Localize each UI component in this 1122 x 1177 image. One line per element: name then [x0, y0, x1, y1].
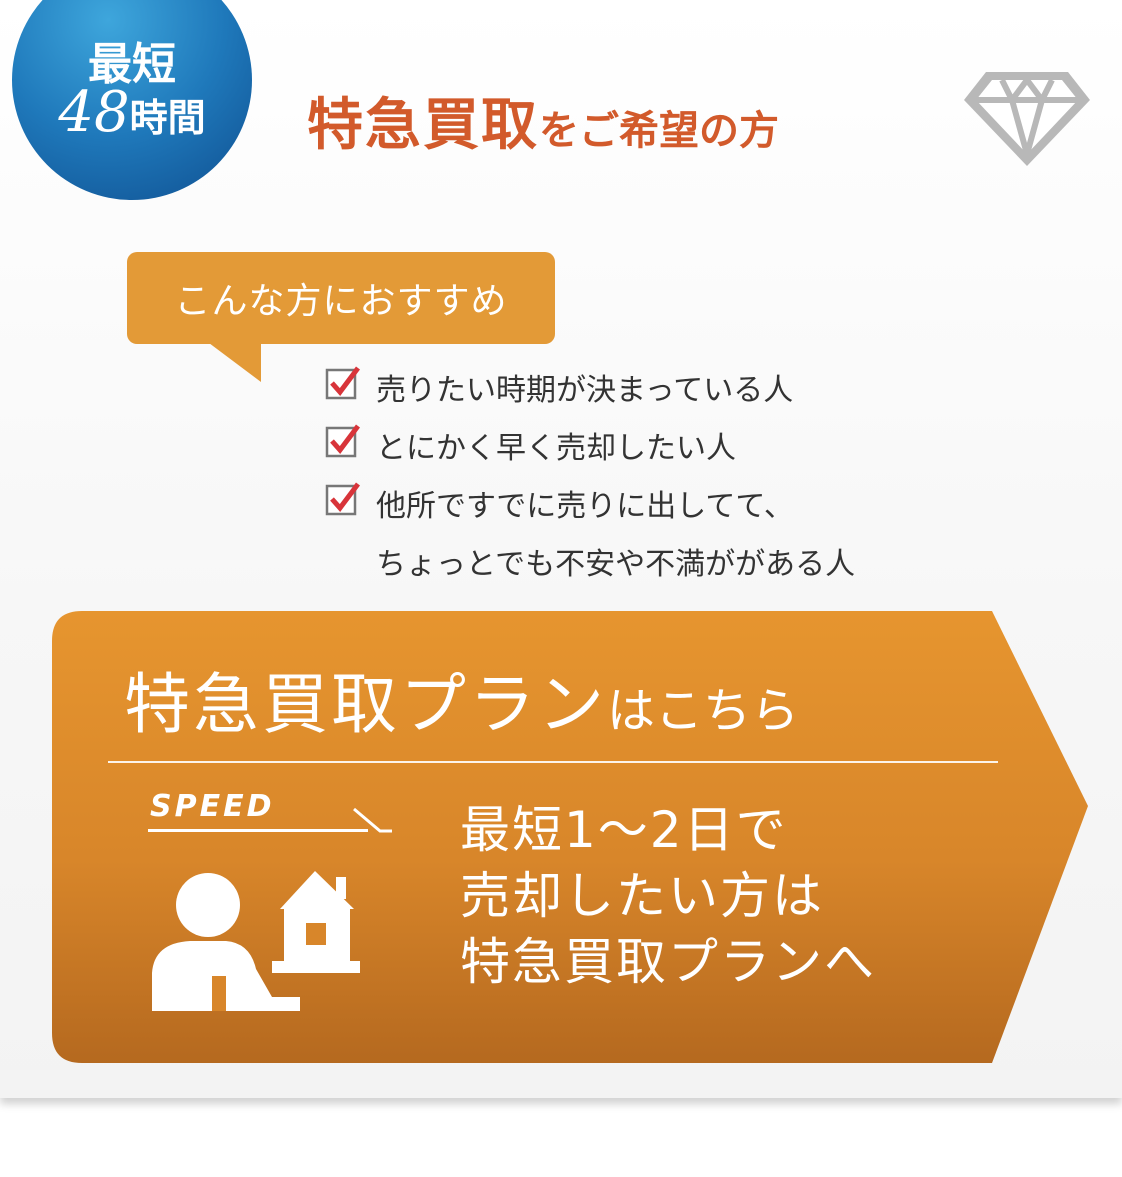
offer-panel: 最短 48時間 特急買取をご希望の方 こんな方におすすめ 売りたい時期が決まって…: [0, 0, 1122, 1098]
list-item-text: 売りたい時期が決まっている人: [376, 373, 794, 408]
list-item: 売りたい時期が決まっている人: [324, 365, 855, 423]
checkbox-icon: [325, 366, 360, 400]
cta-desc-line2: 売却したい方は: [460, 867, 824, 925]
shortest-48-hours-badge: 最短 48時間: [12, 0, 252, 200]
list-item-text: とにかく早く売却したい人: [376, 431, 736, 466]
speed-icon: [353, 807, 392, 833]
page-title: 特急買取をご希望の方: [307, 80, 779, 161]
cta-title: 特急買取プランはこちら: [124, 651, 799, 747]
cta-divider: [108, 761, 998, 763]
badge-number: 48: [58, 80, 130, 145]
speed-underline: [148, 829, 368, 832]
recommendation-bubble: こんな方におすすめ: [127, 252, 555, 344]
badge-unit: 時間: [129, 95, 206, 140]
speed-label: SPEED: [150, 789, 275, 824]
title-suffix: をご希望の方: [539, 108, 779, 154]
list-item-text: ちょっとでも不安や不満ががある人: [376, 547, 856, 582]
diamond-icon: [964, 72, 1090, 166]
cta-title-suffix: はこちら: [607, 683, 800, 739]
bubble-tail: [205, 340, 261, 382]
checkbox-icon: [325, 424, 360, 458]
list-item: 他所ですでに売りに出してて、: [324, 481, 855, 539]
cta-description: 最短1～2日で 売却したい方は 特急買取プランへ: [460, 797, 876, 995]
cta-title-main: 特急買取プラン: [124, 666, 607, 743]
cta-desc-line1: 最短1～2日で: [460, 801, 788, 859]
list-item-continuation: ちょっとでも不安や不満ががある人: [324, 539, 855, 597]
checkbox-icon: [325, 482, 360, 516]
list-item-text: 他所ですでに売りに出してて、: [376, 489, 794, 524]
badge-line2: 48時間: [12, 80, 252, 145]
express-plan-button[interactable]: 特急買取プランはこちら SPEED 最短1～2日で 売却したい方は 特急買取プラ…: [52, 611, 1092, 1063]
cta-desc-line3: 特急買取プランへ: [460, 933, 876, 991]
recommendation-list: 売りたい時期が決まっている人 とにかく早く売却したい人 他所ですでに売りに出して…: [324, 365, 855, 597]
list-item: とにかく早く売却したい人: [324, 423, 855, 481]
person-holding-house-icon: [152, 871, 360, 1011]
title-main: 特急買取: [307, 93, 539, 158]
